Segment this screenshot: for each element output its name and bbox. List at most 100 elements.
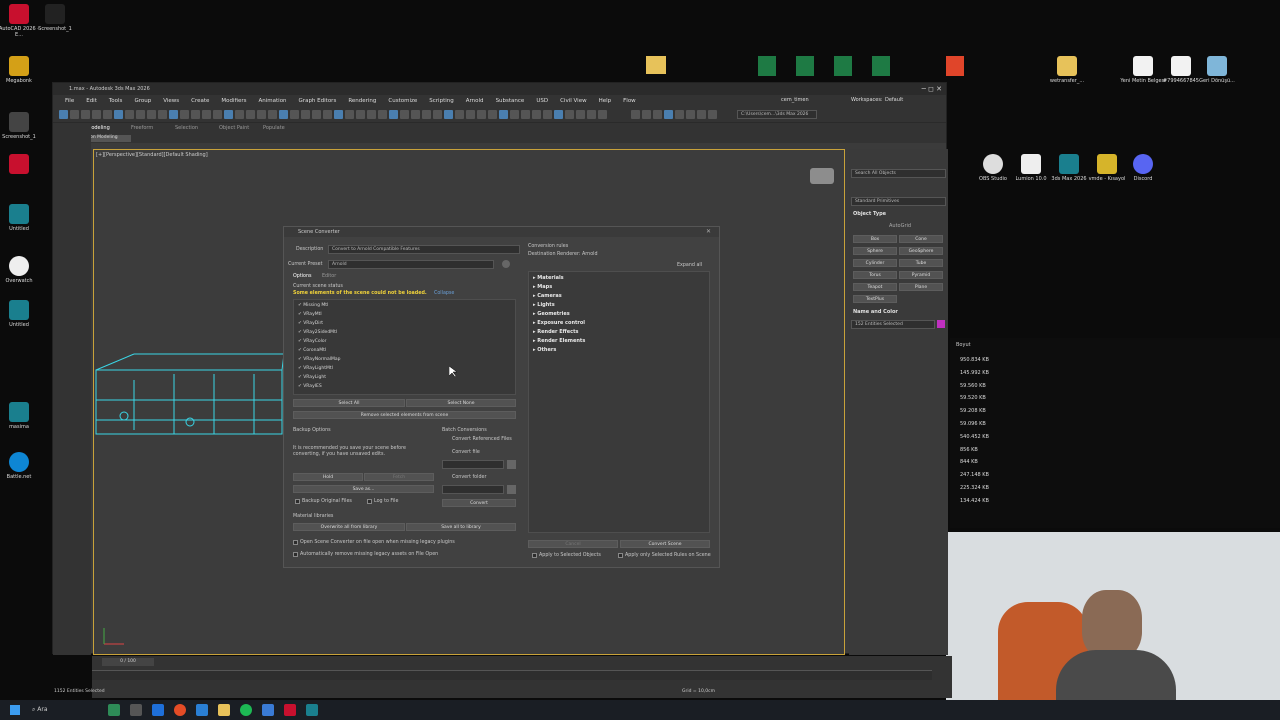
user-label[interactable]: cem_timen <box>781 97 809 103</box>
toolbar-tool-icon[interactable] <box>510 110 519 119</box>
missing-element-row[interactable]: ✔ VRayIES <box>298 384 322 389</box>
windows-start-icon[interactable] <box>10 705 20 715</box>
menu-graph-editors[interactable]: Graph Editors <box>293 95 343 107</box>
save-as-button[interactable]: Save as... <box>293 485 434 493</box>
missing-element-row[interactable]: ✔ VRay2SidedMtl <box>298 330 337 335</box>
primitive-category-select[interactable]: Standard Primitives <box>851 197 946 206</box>
description-field[interactable]: Convert to Arnold Compatible Features <box>328 245 520 254</box>
toolbar-tool-icon[interactable] <box>598 110 607 119</box>
file-size-cell[interactable]: 225.324 KB <box>960 485 989 491</box>
convert-folder-path[interactable] <box>442 485 504 494</box>
rule-row[interactable]: ▸ Render Effects <box>533 329 578 335</box>
menu-tools[interactable]: Tools <box>103 95 129 107</box>
toolbar-tool-icon[interactable] <box>532 110 541 119</box>
backup-original-checkbox[interactable] <box>295 499 300 504</box>
toolbar-tool-icon[interactable] <box>499 110 508 119</box>
missing-element-row[interactable]: ✔ VRayDirt <box>298 321 323 326</box>
toolbar-tool-icon[interactable] <box>70 110 79 119</box>
rule-row[interactable]: ▸ Materials <box>533 275 564 281</box>
menu-customize[interactable]: Customize <box>382 95 423 107</box>
desktop-icon-wetransfer[interactable]: wetransfer_... <box>1044 56 1090 84</box>
menu-substance[interactable]: Substance <box>490 95 531 107</box>
toolbar-tool-icon[interactable] <box>565 110 574 119</box>
menu-help[interactable]: Help <box>593 95 618 107</box>
autocad-taskbar-icon[interactable] <box>283 704 296 716</box>
missing-element-row[interactable]: ✔ CoronaMtl <box>298 348 326 353</box>
desktop-icon-recycle[interactable]: Geri Dönüşü... <box>1194 56 1240 84</box>
object-search-field[interactable]: Search All Objects <box>851 169 946 178</box>
convert-folder-radio[interactable]: Convert folder <box>452 475 486 480</box>
taskbar-app-icon[interactable] <box>107 704 120 716</box>
toolbar-tool-icon[interactable] <box>708 110 717 119</box>
missing-element-row[interactable]: ✔ Missing Mtl <box>298 303 328 308</box>
toolbar-tool-icon[interactable] <box>697 110 706 119</box>
toolbar-tool-icon[interactable] <box>202 110 211 119</box>
file-size-cell[interactable]: 145.992 KB <box>960 370 989 376</box>
desktop-icon-untitled[interactable]: Untitled <box>0 204 42 232</box>
menu-views[interactable]: Views <box>157 95 185 107</box>
size-column-header[interactable]: Boyut <box>956 342 971 348</box>
missing-element-row[interactable]: ✔ VRayColor <box>298 339 326 344</box>
missing-element-row[interactable]: ✔ VRayMtl <box>298 312 322 317</box>
cancel-button[interactable]: Cancel <box>528 540 618 548</box>
toolbar-tool-icon[interactable] <box>136 110 145 119</box>
create-tube-button[interactable]: Tube <box>899 259 943 267</box>
file-size-cell[interactable]: 59.520 KB <box>960 395 986 401</box>
fetch-button[interactable]: Fetch <box>364 473 434 481</box>
menu-group[interactable]: Group <box>128 95 157 107</box>
open-on-missing-checkbox[interactable] <box>293 540 298 545</box>
preset-settings-icon[interactable] <box>502 260 510 268</box>
shield-icon[interactable] <box>946 56 964 76</box>
toolbar-tool-icon[interactable] <box>180 110 189 119</box>
desktop-icon-discord[interactable]: Discord <box>1120 154 1166 182</box>
rule-row[interactable]: ▸ Cameras <box>533 293 562 299</box>
object-color-swatch[interactable] <box>937 320 945 328</box>
file-size-cell[interactable]: 950.834 KB <box>960 357 989 363</box>
hold-button[interactable]: Hold <box>293 473 363 481</box>
viewcube-icon[interactable] <box>810 168 834 184</box>
desktop-icon-battlenet[interactable]: Battle.net <box>0 452 42 480</box>
toolbar-tool-icon[interactable] <box>543 110 552 119</box>
rule-row[interactable]: ▸ Geometries <box>533 311 570 317</box>
toolbar-tool-icon[interactable] <box>444 110 453 119</box>
file-size-cell[interactable]: 540.452 KB <box>960 434 989 440</box>
create-cone-button[interactable]: Cone <box>899 235 943 243</box>
preset-select[interactable]: Arnold <box>328 260 494 269</box>
toolbar-tool-icon[interactable] <box>664 110 673 119</box>
create-geosphere-button[interactable]: GeoSphere <box>899 247 943 255</box>
desktop-icon-screenshot2[interactable]: Screenshot_1 <box>0 112 42 140</box>
menu-modifiers[interactable]: Modifiers <box>215 95 252 107</box>
rule-row[interactable]: ▸ Maps <box>533 284 552 290</box>
create-cylinder-button[interactable]: Cylinder <box>853 259 897 267</box>
viewport-label[interactable]: [+][Perspective][Standard][Default Shadi… <box>96 152 208 158</box>
excel-icon[interactable] <box>834 56 852 76</box>
toolbar-tool-icon[interactable] <box>389 110 398 119</box>
select-none-button[interactable]: Select None <box>406 399 516 407</box>
toolbar-tool-icon[interactable] <box>59 110 68 119</box>
file-size-cell[interactable]: 856 KB <box>960 447 978 453</box>
toolbar-tool-icon[interactable] <box>411 110 420 119</box>
ribbon-tab-object-paint[interactable]: Object Paint <box>219 125 249 131</box>
file-size-cell[interactable]: 59.560 KB <box>960 383 986 389</box>
rule-row[interactable]: ▸ Lights <box>533 302 555 308</box>
auto-remove-checkbox[interactable] <box>293 552 298 557</box>
toolbar-tool-icon[interactable] <box>81 110 90 119</box>
toolbar-tool-icon[interactable] <box>686 110 695 119</box>
browse-file-icon[interactable] <box>507 460 516 469</box>
create-plane-button[interactable]: Plane <box>899 283 943 291</box>
toolbar-tool-icon[interactable] <box>279 110 288 119</box>
3dsmax-taskbar-icon[interactable] <box>305 704 318 716</box>
menu-usd[interactable]: USD <box>530 95 554 107</box>
toolbar-tool-icon[interactable] <box>477 110 486 119</box>
rule-row[interactable]: ▸ Render Elements <box>533 338 585 344</box>
toolbar-tool-icon[interactable] <box>224 110 233 119</box>
convert-file-path[interactable] <box>442 460 504 469</box>
toolbar-tool-icon[interactable] <box>631 110 640 119</box>
toolbar-tool-icon[interactable] <box>312 110 321 119</box>
track-bar[interactable] <box>92 670 932 680</box>
menu-rendering[interactable]: Rendering <box>342 95 382 107</box>
browse-folder-icon[interactable] <box>507 485 516 494</box>
menu-flow[interactable]: Flow <box>617 95 642 107</box>
desktop-icon-overwatch[interactable]: Overwatch <box>0 256 42 284</box>
select-all-button[interactable]: Select All <box>293 399 405 407</box>
